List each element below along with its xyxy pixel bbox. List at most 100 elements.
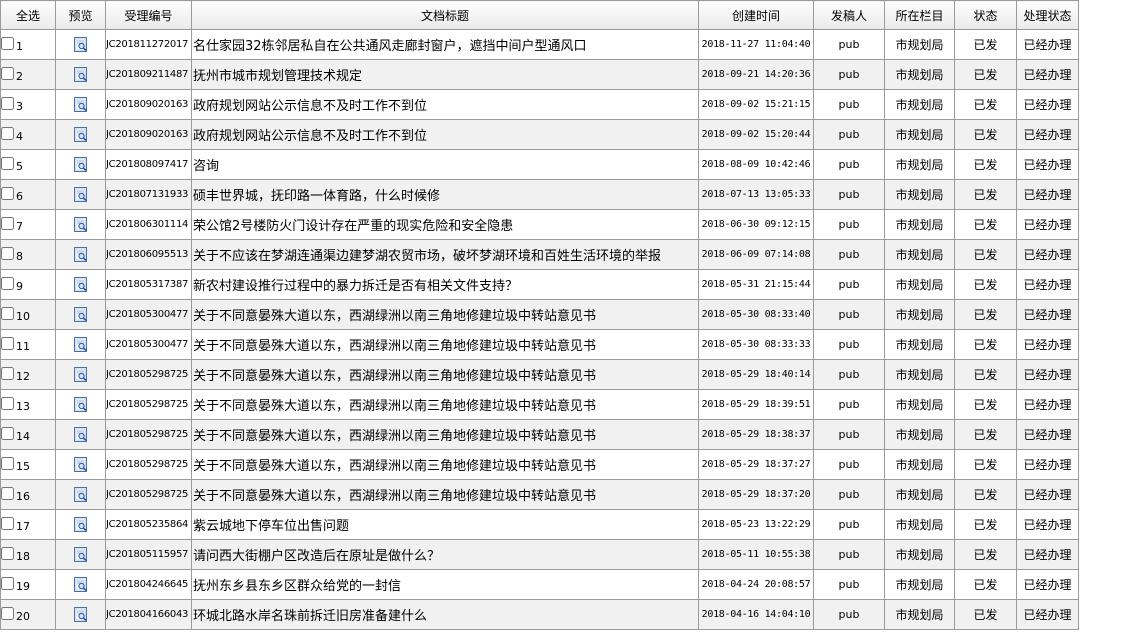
title-link[interactable]: 荣公馆2号楼防火门设计存在严重的现实危险和安全隐患 [191,209,699,240]
row-checkbox[interactable] [1,517,14,530]
document-preview-icon[interactable] [73,367,88,382]
document-preview-icon[interactable] [73,97,88,112]
document-preview-icon[interactable] [73,127,88,142]
row-checkbox[interactable] [1,427,14,440]
title-link[interactable]: 硕丰世界城，抚印路一体育路，什么时候修 [191,179,699,210]
preview-cell [55,89,106,120]
document-preview-icon[interactable] [73,307,88,322]
row-checkbox[interactable] [1,457,14,470]
title-link[interactable]: 关于不同意晏殊大道以东，西湖绿洲以南三角地修建垃圾中转站意见书 [191,329,699,360]
row-index: 19 [16,580,30,593]
created-time-cell: 2018-05-31 21:15:44 [698,269,814,300]
title-link[interactable]: 政府规划网站公示信息不及时工作不到位 [191,89,699,120]
document-preview-icon[interactable] [73,577,88,592]
title-link[interactable]: 抚州市城市规划管理技术规定 [191,59,699,90]
column-cell: 市规划局 [884,359,955,390]
row-checkbox[interactable] [1,37,14,50]
table-row: 11 JC201805300477 关于不同意晏殊大道以东，西湖绿洲以南三角地修… [0,329,1079,360]
document-preview-icon[interactable] [73,247,88,262]
sender-cell: pub [813,29,885,60]
document-preview-icon[interactable] [73,397,88,412]
table-row: 20 JC201804166043 环城北路水岸名珠前拆迁旧房准备建什么 201… [0,599,1079,630]
row-checkbox[interactable] [1,607,14,620]
column-cell: 市规划局 [884,569,955,600]
title-link[interactable]: 关于不同意晏殊大道以东，西湖绿洲以南三角地修建垃圾中转站意见书 [191,299,699,330]
select-cell: 5 [0,149,56,180]
table-header-row: 全选 预览 受理编号 文档标题 创建时间 发稿人 所在栏目 状态 处理状态 [0,0,1079,30]
row-checkbox[interactable] [1,127,14,140]
header-select-all[interactable]: 全选 [0,0,56,30]
document-preview-icon[interactable] [73,337,88,352]
title-link[interactable]: 关于不同意晏殊大道以东，西湖绿洲以南三角地修建垃圾中转站意见书 [191,449,699,480]
row-checkbox[interactable] [1,217,14,230]
row-checkbox[interactable] [1,367,14,380]
document-preview-icon[interactable] [73,607,88,622]
title-link[interactable]: 关于不同意晏殊大道以东，西湖绿洲以南三角地修建垃圾中转站意见书 [191,359,699,390]
document-preview-icon[interactable] [73,487,88,502]
title-link[interactable]: 抚州东乡县东乡区群众给党的一封信 [191,569,699,600]
row-checkbox[interactable] [1,187,14,200]
row-checkbox[interactable] [1,277,14,290]
table-row: 14 JC201805298725 关于不同意晏殊大道以东，西湖绿洲以南三角地修… [0,419,1079,450]
row-checkbox[interactable] [1,67,14,80]
sender-cell: pub [813,539,885,570]
row-checkbox[interactable] [1,397,14,410]
document-preview-icon[interactable] [73,277,88,292]
column-cell: 市规划局 [884,389,955,420]
status-cell: 已发 [954,29,1017,60]
document-preview-icon[interactable] [73,517,88,532]
row-checkbox[interactable] [1,577,14,590]
row-checkbox[interactable] [1,247,14,260]
preview-cell [55,359,106,390]
table-row: 3 JC201809020163 政府规划网站公示信息不及时工作不到位 2018… [0,89,1079,120]
row-checkbox[interactable] [1,337,14,350]
title-link[interactable]: 请问西大街棚户区改造后在原址是做什么？ [191,539,699,570]
title-link[interactable]: 政府规划网站公示信息不及时工作不到位 [191,119,699,150]
table-row: 17 JC201805235864 紫云城地下停车位出售问题 2018-05-2… [0,509,1079,540]
title-link[interactable]: 环城北路水岸名珠前拆迁旧房准备建什么 [191,599,699,630]
header-preview: 预览 [55,0,106,30]
created-time-cell: 2018-09-02 15:20:44 [698,119,814,150]
number-cell: JC201805317387 [105,269,192,300]
row-checkbox[interactable] [1,307,14,320]
document-preview-icon[interactable] [73,547,88,562]
sender-cell: pub [813,569,885,600]
select-cell: 15 [0,449,56,480]
preview-cell [55,509,106,540]
document-preview-icon[interactable] [73,157,88,172]
created-time-cell: 2018-05-29 18:38:37 [698,419,814,450]
preview-cell [55,149,106,180]
row-checkbox[interactable] [1,487,14,500]
document-preview-icon[interactable] [73,427,88,442]
select-cell: 19 [0,569,56,600]
number-cell: JC201807131933 [105,179,192,210]
select-cell: 9 [0,269,56,300]
title-link[interactable]: 关于不同意晏殊大道以东，西湖绿洲以南三角地修建垃圾中转站意见书 [191,479,699,510]
row-index: 17 [16,520,30,533]
title-link[interactable]: 关于不同意晏殊大道以东，西湖绿洲以南三角地修建垃圾中转站意见书 [191,389,699,420]
row-checkbox[interactable] [1,157,14,170]
document-preview-icon[interactable] [73,67,88,82]
sender-cell: pub [813,299,885,330]
preview-cell [55,179,106,210]
created-time-cell: 2018-11-27 11:04:40 [698,29,814,60]
sender-cell: pub [813,209,885,240]
table-row: 15 JC201805298725 关于不同意晏殊大道以东，西湖绿洲以南三角地修… [0,449,1079,480]
created-time-cell: 2018-06-09 07:14:08 [698,239,814,270]
document-preview-icon[interactable] [73,217,88,232]
document-preview-icon[interactable] [73,37,88,52]
title-link[interactable]: 关于不应该在梦湖连通渠边建梦湖农贸市场，破坏梦湖环境和百姓生活环境的举报 [191,239,699,270]
title-link[interactable]: 新农村建设推行过程中的暴力拆迁是否有相关文件支持？ [191,269,699,300]
title-link[interactable]: 紫云城地下停车位出售问题 [191,509,699,540]
process-status-cell: 已经办理 [1016,149,1079,180]
row-checkbox[interactable] [1,97,14,110]
title-link[interactable]: 名仕家园32栋邻居私自在公共通风走廊封窗户，遮挡中间户型通风口 [191,29,699,60]
title-link[interactable]: 咨询 [191,149,699,180]
title-link[interactable]: 关于不同意晏殊大道以东，西湖绿洲以南三角地修建垃圾中转站意见书 [191,419,699,450]
select-cell: 12 [0,359,56,390]
column-cell: 市规划局 [884,509,955,540]
row-checkbox[interactable] [1,547,14,560]
document-preview-icon[interactable] [73,457,88,472]
document-preview-icon[interactable] [73,187,88,202]
preview-cell [55,599,106,630]
